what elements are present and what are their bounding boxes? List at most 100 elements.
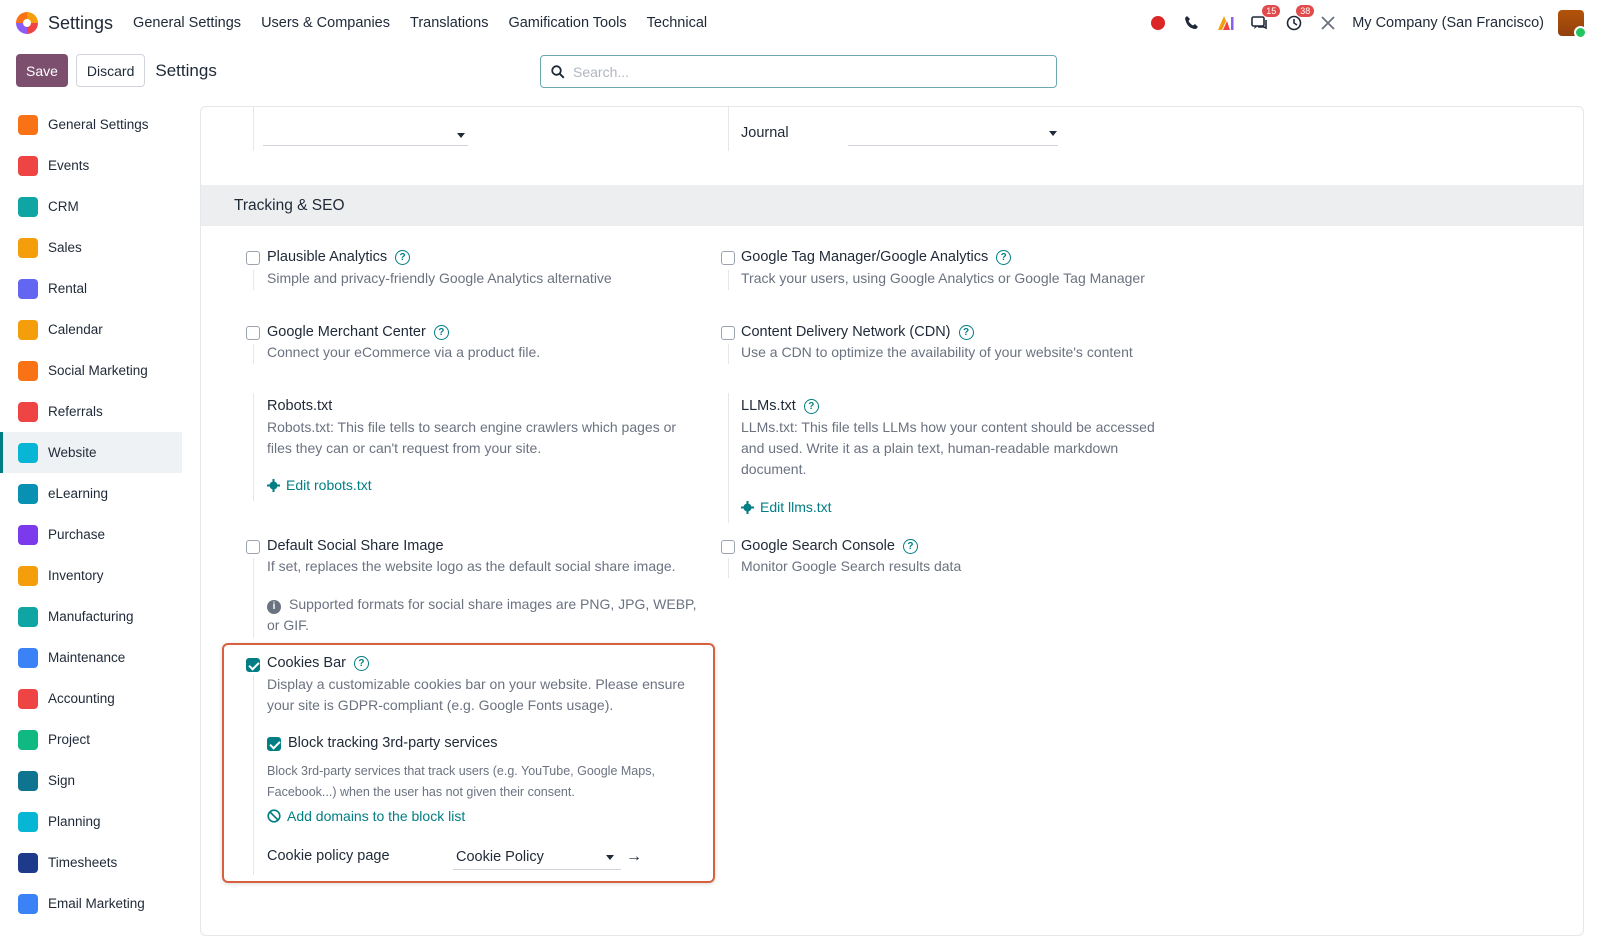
merchant-checkbox[interactable] <box>246 326 260 340</box>
chevron-down-icon[interactable] <box>457 133 465 138</box>
referrals-app-icon <box>18 401 38 422</box>
edit-robots-label: Edit robots.txt <box>286 477 372 493</box>
sidebar-item-timesheets[interactable]: Timesheets <box>0 842 182 883</box>
menu-general-settings[interactable]: General Settings <box>123 15 251 31</box>
help-icon[interactable]: ? <box>902 538 918 554</box>
app-logo-icon <box>16 12 38 34</box>
search-console-desc: Monitor Google Search results data <box>741 558 962 574</box>
share-image-checkbox[interactable] <box>246 540 260 554</box>
sidebar-item-label: Sign <box>48 773 76 788</box>
llms-desc: LLMs.txt: This file tells LLMs how your … <box>741 419 1155 477</box>
divider <box>728 344 729 364</box>
app-title: Settings <box>48 12 114 33</box>
discard-button[interactable]: Discard <box>75 54 146 87</box>
sidebar-item-label: Accounting <box>48 691 115 706</box>
cdn-checkbox[interactable] <box>721 326 735 340</box>
gtm-checkbox[interactable] <box>721 251 735 265</box>
sidebar-item-sign[interactable]: Sign <box>0 760 182 801</box>
sidebar-item-events[interactable]: Events <box>0 145 182 186</box>
menu-translations[interactable]: Translations <box>400 15 498 31</box>
help-icon[interactable]: ? <box>996 249 1012 265</box>
app-brand[interactable]: Settings <box>16 12 113 34</box>
rental-app-icon <box>18 278 38 299</box>
messages-icon[interactable]: 15 <box>1250 5 1281 33</box>
sidebar-item-label: Inventory <box>48 568 104 583</box>
user-avatar[interactable] <box>1558 10 1587 39</box>
record-icon[interactable] <box>1148 13 1168 33</box>
sidebar-item-elearning[interactable]: eLearning <box>0 473 182 514</box>
phone-icon[interactable] <box>1182 13 1202 33</box>
email-marketing-app-icon <box>18 893 38 914</box>
sidebar-item-general-settings[interactable]: General Settings <box>0 104 182 145</box>
menu-users-companies[interactable]: Users & Companies <box>251 15 400 31</box>
plausible-label: Plausible Analytics? <box>267 249 411 265</box>
timesheets-app-icon <box>18 852 38 873</box>
sidebar-item-label: Purchase <box>48 527 106 542</box>
sidebar-item-email-marketing[interactable]: Email Marketing <box>0 883 182 924</box>
divider <box>728 393 729 523</box>
edit-llms-link[interactable]: Edit llms.txt <box>741 499 832 515</box>
project-app-icon <box>18 729 38 750</box>
sidebar-item-calendar[interactable]: Calendar <box>0 309 182 350</box>
sidebar-item-label: eLearning <box>48 486 109 501</box>
cdn-desc: Use a CDN to optimize the availability o… <box>741 344 1133 360</box>
sidebar-item-label: CRM <box>48 199 79 214</box>
robots-desc: Robots.txt: This file tells to search en… <box>267 419 677 456</box>
social-marketing-app-icon <box>18 360 38 381</box>
sidebar-item-accounting[interactable]: Accounting <box>0 678 182 719</box>
divider <box>253 344 254 364</box>
help-icon[interactable]: ? <box>395 249 411 265</box>
activities-badge: 38 <box>1296 5 1315 17</box>
divider <box>253 393 254 501</box>
divider <box>728 107 729 151</box>
info-icon: i <box>267 599 281 614</box>
top-navbar: Settings General Settings Users & Compan… <box>0 0 1600 46</box>
merchant-desc: Connect your eCommerce via a product fil… <box>267 344 541 360</box>
share-image-label: Default Social Share Image <box>267 538 444 554</box>
plausible-checkbox[interactable] <box>246 251 260 265</box>
help-icon[interactable]: ? <box>433 324 449 340</box>
journal-select[interactable] <box>848 145 1058 146</box>
sidebar-item-crm[interactable]: CRM <box>0 186 182 227</box>
sidebar-item-inventory[interactable]: Inventory <box>0 555 182 596</box>
activities-clock-icon[interactable]: 38 <box>1284 5 1315 33</box>
company-switcher[interactable]: My Company (San Francisco) <box>1352 15 1544 31</box>
save-button[interactable]: Save <box>16 54 68 87</box>
menu-technical[interactable]: Technical <box>637 15 717 31</box>
help-icon[interactable]: ? <box>803 398 819 414</box>
accounting-app-icon <box>18 688 38 709</box>
systray: 15 38 My Company (San Francisco) <box>1148 5 1587 39</box>
debug-tools-icon[interactable] <box>1318 13 1338 33</box>
sidebar-item-label: Website <box>48 445 97 460</box>
sidebar-item-purchase[interactable]: Purchase <box>0 514 182 555</box>
sidebar-item-maintenance[interactable]: Maintenance <box>0 637 182 678</box>
search-console-checkbox[interactable] <box>721 540 735 554</box>
divider <box>253 107 254 151</box>
sidebar-item-social-marketing[interactable]: Social Marketing <box>0 350 182 391</box>
ai-icon[interactable] <box>1216 13 1236 33</box>
calendar-app-icon <box>18 319 38 340</box>
menu-gamification-tools[interactable]: Gamification Tools <box>498 15 636 31</box>
settings-sidebar: General Settings Events CRM Sales Rental Cale… <box>0 104 182 924</box>
sidebar-item-label: Planning <box>48 814 101 829</box>
help-icon[interactable]: ? <box>958 324 974 340</box>
sidebar-item-project[interactable]: Project <box>0 719 182 760</box>
maintenance-app-icon <box>18 647 38 668</box>
search-input[interactable] <box>573 63 1033 80</box>
share-image-note: i Supported formats for social share imag… <box>267 596 697 633</box>
sidebar-item-rental[interactable]: Rental <box>0 268 182 309</box>
sidebar-item-planning[interactable]: Planning <box>0 801 182 842</box>
sidebar-item-label: Rental <box>48 281 88 296</box>
sidebar-item-referrals[interactable]: Referrals <box>0 391 182 432</box>
sidebar-item-sales[interactable]: Sales <box>0 227 182 268</box>
robots-label: Robots.txt <box>267 398 333 414</box>
inventory-app-icon <box>18 565 38 586</box>
search-console-label: Google Search Console? <box>741 538 918 554</box>
sidebar-item-website[interactable]: Website <box>0 432 182 473</box>
sidebar-item-label: Referrals <box>48 404 103 419</box>
chevron-down-icon[interactable] <box>1049 131 1057 136</box>
sidebar-item-manufacturing[interactable]: Manufacturing <box>0 596 182 637</box>
divider <box>253 270 254 290</box>
edit-robots-link[interactable]: Edit robots.txt <box>267 477 372 493</box>
sidebar-item-label: Sales <box>48 240 82 255</box>
